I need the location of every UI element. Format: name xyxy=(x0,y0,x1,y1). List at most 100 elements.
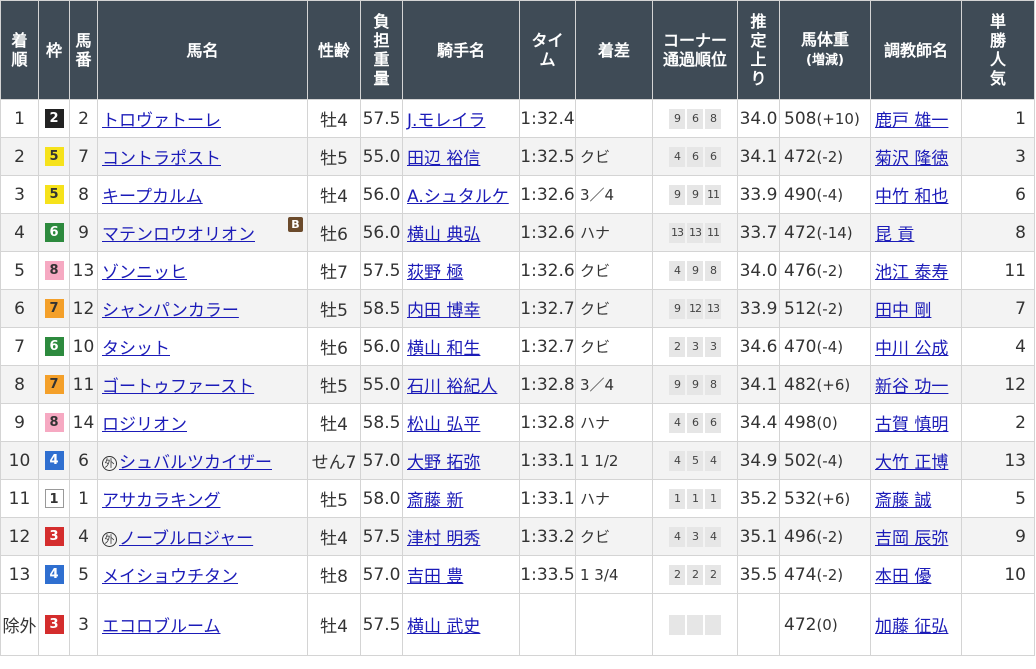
trainer-name-link[interactable]: 大竹 正博 xyxy=(875,453,948,473)
table-row: 9 8 14 ロジリオン 牡4 58.5 松山 弘平 1:32.8 ハナ 466… xyxy=(0,403,1035,442)
horse-name-link[interactable]: ロジリオン xyxy=(102,415,187,435)
jockey-name-link[interactable]: A.シュタルケ xyxy=(407,187,509,207)
time-cell: 1:33.1 xyxy=(519,441,576,480)
horse-name-link[interactable]: マテンロウオリオン xyxy=(102,225,255,245)
race-result-table: 着順 枠 馬番 馬名 性齢 負担重量 騎手名 タイム 着差 コーナー 通過順位 推… xyxy=(0,0,1035,656)
weight-cell: 57.0 xyxy=(360,555,403,594)
blinker-icon: B xyxy=(288,217,303,232)
jockey-name-link[interactable]: 内田 博幸 xyxy=(407,301,480,321)
jockey-name-link[interactable]: J.モレイラ xyxy=(407,111,485,131)
horse-name-link[interactable]: ゴートゥファースト xyxy=(102,377,254,397)
jockey-cell: 荻野 極 xyxy=(402,251,520,290)
horse-name-link[interactable]: トロヴァトーレ xyxy=(102,111,221,131)
horse-name-link[interactable]: ノーブルロジャー xyxy=(119,529,253,549)
jockey-name-link[interactable]: 石川 裕紀人 xyxy=(407,377,497,397)
trainer-name-link[interactable]: 池江 泰寿 xyxy=(875,263,948,283)
waku-badge: 7 xyxy=(44,299,64,318)
bodyweight-cell: 472(-14) xyxy=(779,213,871,252)
table-row: 11 1 1 アサカラキング 牡5 58.0 斎藤 新 1:33.1 ハナ 11… xyxy=(0,479,1035,518)
waku-cell: 3 xyxy=(38,517,70,556)
trainer-name-link[interactable]: 中川 公成 xyxy=(875,339,948,359)
horse-name-link[interactable]: コントラポスト xyxy=(102,149,221,169)
waku-cell: 8 xyxy=(38,251,70,290)
trainer-cell: 吉岡 辰弥 xyxy=(870,517,962,556)
margin-cell: クビ xyxy=(575,251,653,290)
horse-name-link[interactable]: メイショウチタン xyxy=(102,567,238,587)
header-sexage: 性齢 xyxy=(307,0,361,100)
header-margin: 着差 xyxy=(575,0,653,100)
trainer-name-link[interactable]: 新谷 功一 xyxy=(875,377,948,397)
bodyweight-cell: 472(0) xyxy=(779,593,871,656)
time-cell: 1:32.6 xyxy=(519,175,576,214)
waku-cell: 6 xyxy=(38,213,70,252)
trainer-cell: 加藤 征弘 xyxy=(870,593,962,656)
jockey-cell: 内田 博幸 xyxy=(402,289,520,328)
corner-positions: 968 xyxy=(669,108,721,129)
trainer-name-link[interactable]: 中竹 和也 xyxy=(875,187,948,207)
trainer-name-link[interactable]: 加藤 征弘 xyxy=(875,617,948,637)
popularity-cell: 1 xyxy=(961,99,1035,138)
last3f-cell: 34.9 xyxy=(737,441,780,480)
trainer-cell: 斎藤 誠 xyxy=(870,479,962,518)
header-popularity: 単勝人気 xyxy=(961,0,1035,100)
jockey-name-link[interactable]: 大野 拓弥 xyxy=(407,453,480,473)
jockey-name-link[interactable]: 田辺 裕信 xyxy=(407,149,480,169)
jockey-cell: J.モレイラ xyxy=(402,99,520,138)
sexage-cell: 牡5 xyxy=(307,289,361,328)
header-weight: 負担重量 xyxy=(360,0,403,100)
jockey-name-link[interactable]: 吉田 豊 xyxy=(407,567,463,587)
table-row: 8 7 11 ゴートゥファースト 牡5 55.0 石川 裕紀人 1:32.8 3… xyxy=(0,365,1035,404)
last3f-cell: 33.7 xyxy=(737,213,780,252)
jockey-cell: 横山 典弘 xyxy=(402,213,520,252)
trainer-name-link[interactable]: 田中 剛 xyxy=(875,301,931,321)
waku-badge: 4 xyxy=(44,565,64,584)
weight-cell: 58.5 xyxy=(360,403,403,442)
jockey-name-link[interactable]: 松山 弘平 xyxy=(407,415,480,435)
waku-cell: 5 xyxy=(38,175,70,214)
popularity-cell: 2 xyxy=(961,403,1035,442)
horse-name-link[interactable]: アサカラキング xyxy=(102,491,221,511)
jockey-name-link[interactable]: 斎藤 新 xyxy=(407,491,463,511)
last3f-cell xyxy=(737,593,780,656)
horse-name-link[interactable]: キープカルム xyxy=(102,187,203,207)
trainer-name-link[interactable]: 斎藤 誠 xyxy=(875,491,931,511)
jockey-name-link[interactable]: 荻野 極 xyxy=(407,263,463,283)
jockey-name-link[interactable]: 津村 明秀 xyxy=(407,529,480,549)
trainer-name-link[interactable]: 菊沢 隆徳 xyxy=(875,149,948,169)
trainer-name-link[interactable]: 吉岡 辰弥 xyxy=(875,529,948,549)
jockey-name-link[interactable]: 横山 和生 xyxy=(407,339,480,359)
horse-name-link[interactable]: タシット xyxy=(102,339,170,359)
jockey-name-link[interactable]: 横山 武史 xyxy=(407,617,480,637)
time-cell: 1:32.7 xyxy=(519,327,576,366)
waku-cell: 4 xyxy=(38,441,70,480)
corner-cell: 454 xyxy=(652,441,738,480)
horse-name-link[interactable]: ゾンニッヒ xyxy=(102,263,187,283)
time-cell: 1:32.6 xyxy=(519,251,576,290)
rank-cell: 9 xyxy=(0,403,39,442)
rank-cell: 2 xyxy=(0,137,39,176)
trainer-name-link[interactable]: 鹿戸 雄一 xyxy=(875,111,948,131)
waku-badge: 6 xyxy=(44,223,64,242)
horse-name-link[interactable]: シャンパンカラー xyxy=(102,301,239,321)
weight-cell: 57.5 xyxy=(360,99,403,138)
horse-cell: エコロブルーム xyxy=(97,593,308,656)
horse-name-link[interactable]: エコロブルーム xyxy=(102,617,221,637)
table-row: 3 5 8 キープカルム 牡4 56.0 A.シュタルケ 1:32.6 3／4 … xyxy=(0,175,1035,214)
header-horse: 馬名 xyxy=(97,0,308,100)
header-umaban: 馬番 xyxy=(69,0,98,100)
rank-cell: 除外 xyxy=(0,593,39,656)
trainer-name-link[interactable]: 昆 貢 xyxy=(875,225,914,245)
waku-badge: 7 xyxy=(44,375,64,394)
corner-cell: 968 xyxy=(652,99,738,138)
waku-cell: 1 xyxy=(38,479,70,518)
corner-cell: 466 xyxy=(652,137,738,176)
weight-cell: 56.0 xyxy=(360,213,403,252)
margin-cell: 1 3/4 xyxy=(575,555,653,594)
margin-cell: クビ xyxy=(575,289,653,328)
table-row: 7 6 10 タシット 牡6 56.0 横山 和生 1:32.7 クビ 233 … xyxy=(0,327,1035,366)
corner-positions: 466 xyxy=(669,146,721,167)
trainer-name-link[interactable]: 本田 優 xyxy=(875,567,931,587)
horse-name-link[interactable]: シュバルツカイザー xyxy=(119,453,272,473)
trainer-name-link[interactable]: 古賀 慎明 xyxy=(875,415,948,435)
jockey-name-link[interactable]: 横山 典弘 xyxy=(407,225,480,245)
